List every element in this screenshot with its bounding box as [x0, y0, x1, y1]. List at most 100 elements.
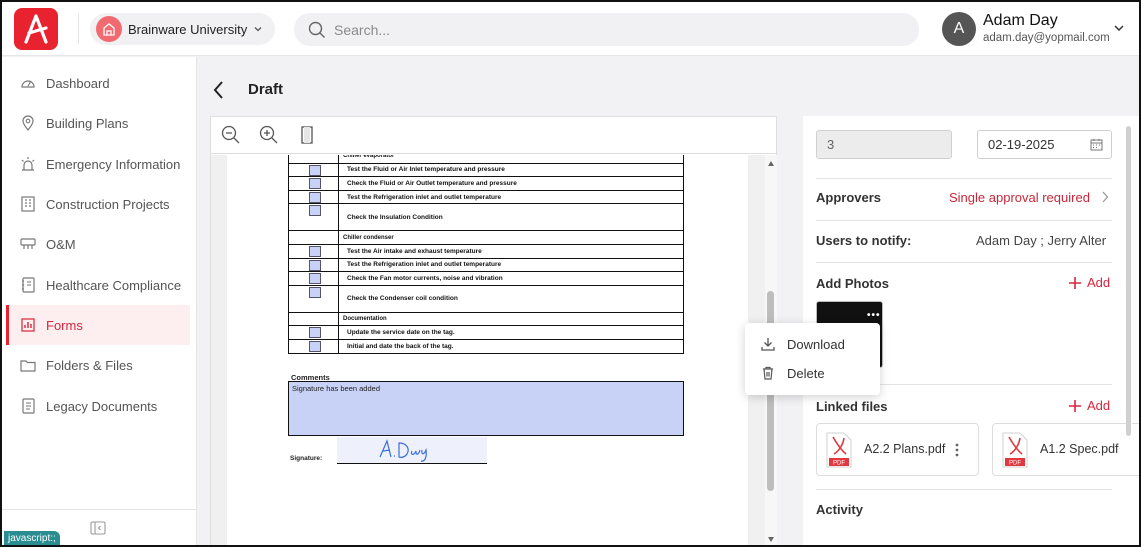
search-input[interactable]	[334, 21, 874, 38]
checkbox[interactable]	[309, 245, 321, 257]
sidebar-item-label: O&M	[46, 236, 76, 252]
checkbox[interactable]	[309, 191, 321, 203]
sidebar-item-emergency-information[interactable]: Emergency Information	[6, 144, 190, 184]
checkbox[interactable]	[309, 178, 321, 190]
table-row: Test the Refrigeration inlet and outlet …	[288, 189, 684, 205]
menu-item-download[interactable]: Download	[745, 330, 880, 358]
comments-field[interactable]: Signature has been added	[288, 381, 684, 436]
checkbox[interactable]	[309, 286, 321, 298]
table-row: Update the service date on the tag.	[288, 325, 684, 340]
add-linked-file-button[interactable]: Add	[1069, 398, 1110, 413]
hvac-icon	[20, 236, 36, 252]
checkbox[interactable]	[309, 273, 321, 285]
checkbox-cell	[288, 203, 339, 232]
search-bar	[294, 13, 919, 46]
sidebar-item-legacy-documents[interactable]: Legacy Documents	[6, 386, 190, 426]
location-pin-icon	[20, 115, 36, 131]
add-label: Add	[1087, 398, 1111, 413]
table-cell: Check the Fan motor currents, noise and …	[338, 271, 684, 286]
checkbox[interactable]	[309, 164, 321, 176]
date-field[interactable]: 02-19-2025	[977, 130, 1112, 159]
checkbox-cell	[288, 176, 339, 191]
table-cell: Test the Refrigeration inlet and outlet …	[338, 189, 684, 205]
scroll-up-arrow-icon[interactable]	[768, 161, 774, 166]
sidebar-item-building-plans[interactable]: Building Plans	[6, 103, 190, 143]
checkbox-cell	[288, 311, 339, 327]
chevron-right-icon[interactable]	[1101, 191, 1109, 203]
zoom-out-icon[interactable]	[221, 125, 241, 145]
plus-icon	[1069, 276, 1081, 289]
table-row: Documentation	[288, 311, 684, 327]
file-name: A2.2 Plans.pdf	[864, 442, 946, 456]
checkbox-cell	[288, 162, 339, 178]
checkbox[interactable]	[309, 205, 321, 217]
dashboard-icon	[20, 75, 36, 91]
chevron-down-icon	[254, 27, 262, 32]
user-menu-chevron-icon[interactable]	[1113, 22, 1125, 34]
sidebar-item-dashboard[interactable]: Dashboard	[6, 63, 190, 103]
table-cell: Initial and date the back of the tag.	[338, 338, 684, 354]
avatar[interactable]: A	[942, 12, 976, 46]
table-cell: Check the Insulation Condition	[338, 203, 684, 232]
checkbox-cell	[288, 338, 339, 354]
download-icon	[761, 338, 775, 351]
scroll-down-arrow-icon[interactable]	[768, 537, 774, 542]
linked-file-card[interactable]: PDF A1.2 Spec.pdf	[992, 423, 1139, 476]
table-cell: Check the Fluid or Air Outlet temperatur…	[338, 176, 684, 191]
table-row: Check the Insulation Condition	[288, 203, 684, 232]
signature-line	[337, 463, 487, 464]
org-avatar	[96, 16, 122, 42]
panel-scrollbar[interactable]	[1126, 116, 1132, 436]
approvers-value[interactable]: Single approval required	[949, 190, 1090, 205]
checkbox-cell	[288, 284, 339, 313]
table-row: Initial and date the back of the tag.	[288, 338, 684, 354]
fit-page-icon[interactable]	[297, 125, 317, 145]
zoom-in-icon[interactable]	[259, 125, 279, 145]
app-window: Brainware University A Adam Day adam.day…	[0, 0, 1141, 547]
checkbox[interactable]	[309, 340, 321, 352]
table-cell: Check the Condenser coil condition	[338, 284, 684, 313]
sidebar-item-folders-files[interactable]: Folders & Files	[6, 345, 190, 385]
menu-item-delete[interactable]: Delete	[745, 359, 880, 387]
scroll-thumb[interactable]	[1126, 126, 1131, 436]
table-cell: Update the service date on the tag.	[338, 325, 684, 340]
app-logo[interactable]	[14, 8, 58, 50]
calendar-icon[interactable]	[1090, 138, 1103, 151]
more-options-icon[interactable]: •••	[867, 310, 881, 321]
sidebar-item-healthcare-compliance[interactable]: Healthcare Compliance	[6, 265, 190, 305]
divider	[2, 509, 197, 510]
sidebar-item-construction-projects[interactable]: Construction Projects	[6, 184, 190, 224]
status-bar-tooltip: javascript:;	[4, 531, 60, 545]
collapse-sidebar-icon[interactable]	[90, 521, 106, 535]
org-switcher[interactable]: Brainware University	[90, 13, 276, 45]
linked-file-card[interactable]: PDF A2.2 Plans.pdf	[816, 423, 979, 476]
pdf-file-icon: PDF	[1002, 432, 1028, 468]
notify-users[interactable]: Adam Day ; Jerry Alter	[976, 233, 1106, 248]
checkbox[interactable]	[309, 259, 321, 271]
divider	[816, 178, 1112, 179]
table-row: Check the Fan motor currents, noise and …	[288, 271, 684, 286]
svg-text:PDF: PDF	[1009, 461, 1021, 467]
divider	[78, 14, 79, 44]
table-row: Test the Air intake and exhaust temperat…	[288, 243, 684, 259]
trash-icon	[763, 366, 773, 380]
checkbox-cell	[288, 230, 339, 245]
back-arrow-icon[interactable]	[212, 80, 226, 100]
notebook-icon	[20, 277, 36, 293]
sidebar-item-label: Construction Projects	[46, 196, 170, 212]
sidebar-item-om[interactable]: O&M	[6, 224, 190, 264]
photo-context-menu: Download Delete	[745, 323, 880, 395]
document-page: Chiller evaporator Test the Fluid or Air …	[227, 155, 748, 545]
user-email: adam.day@yopmail.com	[983, 32, 1110, 44]
add-photo-button[interactable]: Add	[1069, 275, 1110, 290]
linked-files-label: Linked files	[816, 399, 888, 414]
sidebar-item-forms[interactable]: Forms	[6, 305, 190, 345]
table-cell: Documentation	[338, 311, 684, 327]
sidebar-item-label: Folders & Files	[46, 357, 133, 373]
user-name: Adam Day	[983, 12, 1058, 29]
pdf-file-icon: PDF	[826, 432, 852, 468]
checkbox-cell	[288, 155, 339, 164]
checkbox[interactable]	[309, 327, 321, 339]
document-canvas[interactable]: Chiller evaporator Test the Fluid or Air …	[211, 155, 765, 545]
kebab-menu-icon[interactable]	[955, 443, 959, 457]
